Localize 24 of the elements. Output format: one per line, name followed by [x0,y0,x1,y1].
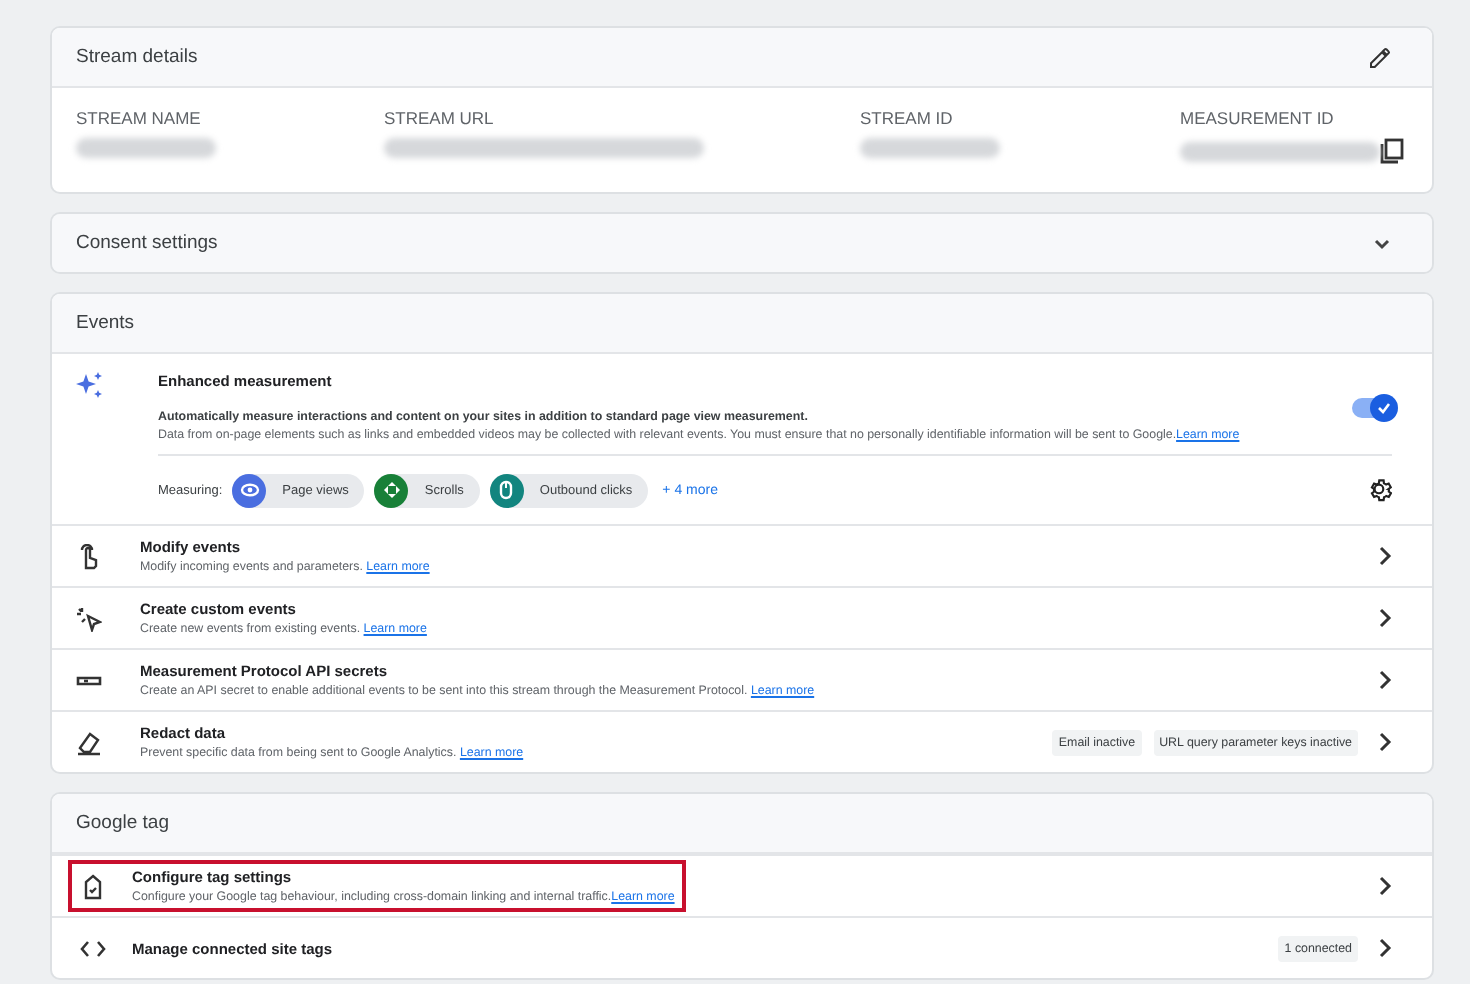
chevron-right-icon[interactable] [1378,608,1392,628]
field-label: MEASUREMENT ID [1180,108,1336,128]
edit-icon[interactable] [1368,45,1392,69]
chevron-right-icon[interactable] [1378,546,1392,566]
card-title: Consent settings [76,232,218,254]
tag-icon [80,873,106,899]
field-label: STREAM ID [860,108,955,128]
cursor-click-icon [76,605,102,631]
field-label: STREAM NAME [76,108,203,128]
card-title: Google tag [76,812,169,834]
eraser-icon [76,729,102,755]
card-title: Events [76,312,135,334]
toggle-switch[interactable] [1352,397,1392,417]
copy-icon[interactable] [1380,138,1404,164]
chevron-right-icon[interactable] [1378,732,1392,752]
chevron-right-icon[interactable] [1378,938,1392,958]
check-icon [1376,399,1392,415]
sparkle-icon [76,372,104,400]
card-title: Stream details [76,46,198,68]
chevron-right-icon[interactable] [1378,670,1392,690]
settings-icon[interactable] [1368,478,1392,502]
chevron-right-icon[interactable] [1378,876,1392,896]
hand-pointer-icon [76,543,102,569]
field-label: STREAM URL [384,108,496,128]
